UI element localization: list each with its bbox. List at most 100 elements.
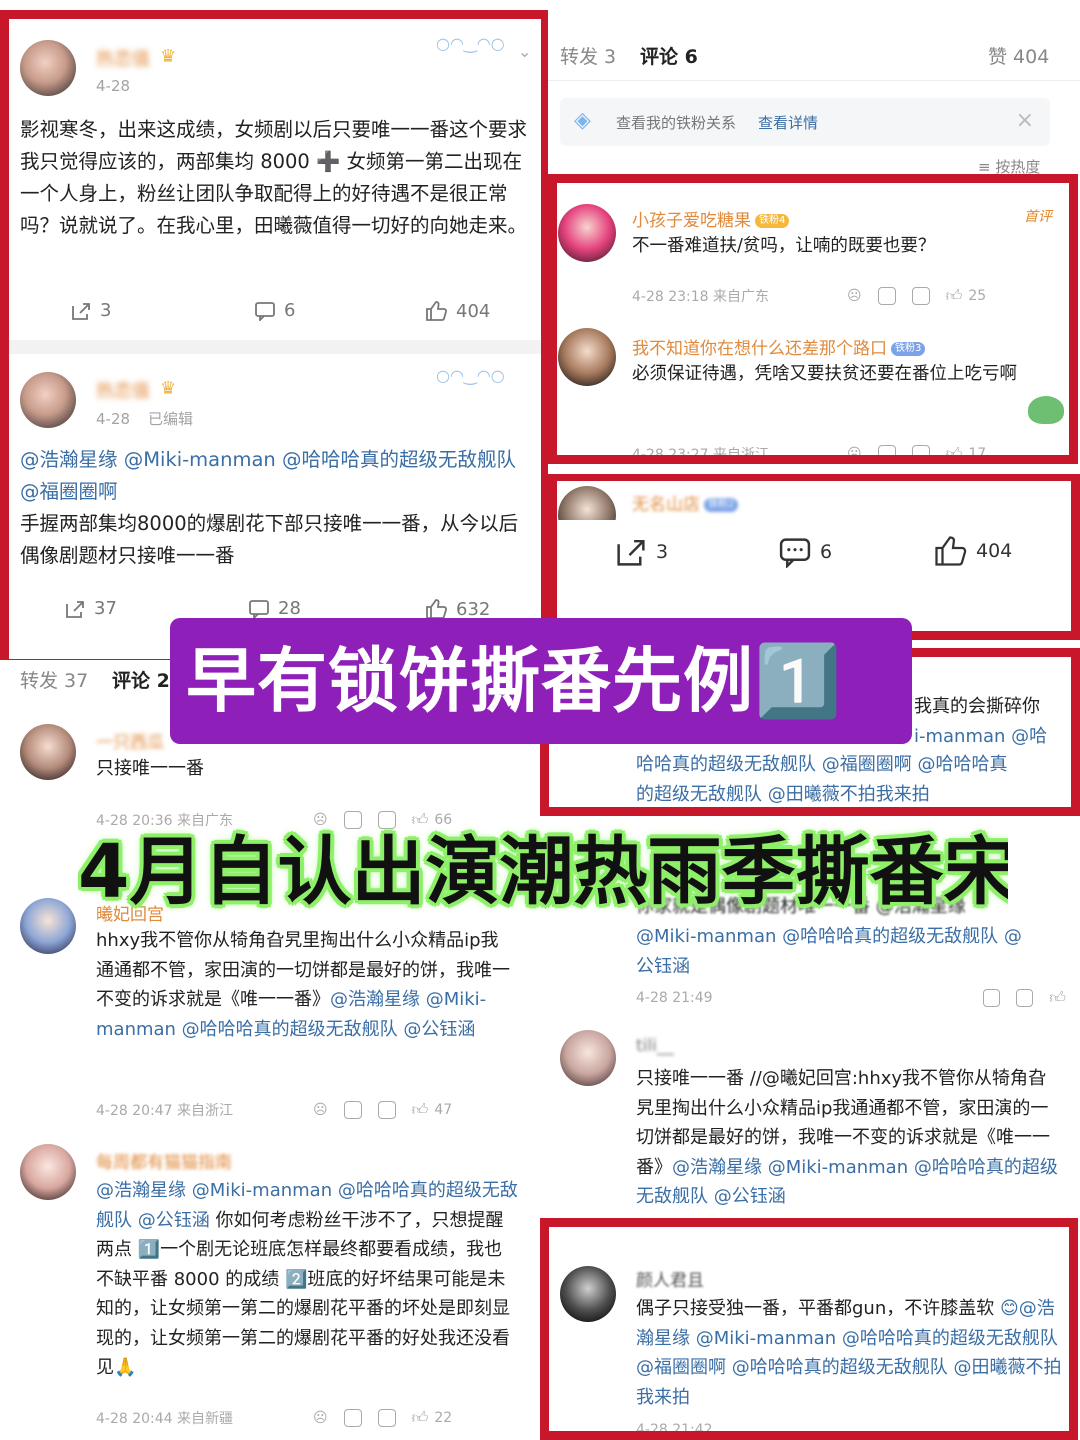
dislike-icon[interactable]: ☹ xyxy=(313,1410,328,1426)
commenter-name[interactable]: 小孩子爱吃糖果 铁粉4 xyxy=(632,206,790,231)
avatar[interactable] xyxy=(20,898,76,954)
notice-link[interactable]: 查看详情 xyxy=(758,112,818,133)
commenter-name[interactable]: 无名山店 铁粉2 xyxy=(632,490,739,515)
avatar[interactable] xyxy=(20,372,76,428)
dislike-icon[interactable]: ☹ xyxy=(847,446,862,462)
avatar[interactable] xyxy=(558,328,616,386)
comment-mentions[interactable]: @Miki-manman @哈哈哈真的超级无敌舰队 @ xyxy=(636,922,1022,952)
avatar[interactable] xyxy=(558,204,616,262)
comment-mentions[interactable]: i-manman @哈 xyxy=(914,722,1047,752)
tab-comment[interactable]: 评论 6 xyxy=(640,42,698,69)
share-icon[interactable] xyxy=(877,445,896,463)
comment-mentions[interactable]: 哈哈真的超级无敌舰队 @福圈圈啊 @哈哈哈真 xyxy=(636,750,1007,780)
commenter-name[interactable]: 一只西瓜 xyxy=(96,728,164,753)
thumb-up-icon xyxy=(426,301,447,321)
like-button[interactable]: 632 xyxy=(424,598,490,620)
comment-meta-row: 4-28 23:27 来自浙江 ☹ 👍︎ 17 xyxy=(632,444,987,464)
thumb-up-icon[interactable]: 👍︎ xyxy=(946,286,963,306)
right-lower-panel: 我真的会撕碎你 i-manman @哈 哈哈真的超级无敌舰队 @福圈圈啊 @哈哈… xyxy=(540,640,1080,1440)
like-button[interactable]: 404 xyxy=(424,300,490,322)
commenter-name[interactable]: 我不知道你在想什么还差那个路口 铁粉3 xyxy=(632,334,926,359)
post-text: 影视寒冬，出来这成绩，女频剧以后只要唯一一番这个要求我只觉得应该的，两部集均 8… xyxy=(20,118,528,237)
comment-icon[interactable] xyxy=(377,1101,396,1119)
divider xyxy=(0,340,548,354)
comment-meta-row: 4-28 23:18 来自广东 ☹ 👍︎ 25 xyxy=(632,286,987,306)
comment-icon xyxy=(255,301,275,321)
post-text: 手握两部集均8000的爆剧花下部只接唯一一番，从今以后偶像剧题材只接唯一一番 xyxy=(20,512,519,567)
headline-text: 早有锁饼撕番先例1️⃣ xyxy=(186,640,843,722)
repost-button[interactable]: 3 xyxy=(614,536,668,568)
comment-text: 只接唯一一番 xyxy=(96,758,204,779)
dislike-icon[interactable]: ☹ xyxy=(847,288,862,304)
comment-icon[interactable] xyxy=(911,287,930,305)
share-icon xyxy=(72,302,90,320)
tab-like[interactable]: 赞 404 xyxy=(988,42,1049,69)
comment-text: 只接唯一一番 //@曦妃回宫:hhxy我不管你从犄角旮旯里掏出什么小众精品ip我… xyxy=(636,1068,1058,1207)
right-top-panel: 转发 3 评论 6 赞 404 ◈ 查看我的铁粉关系 查看详情 × ≡ 按热度 … xyxy=(548,0,1080,640)
repost-button[interactable]: 37 xyxy=(64,598,117,619)
share-icon[interactable] xyxy=(982,989,1000,1007)
comment-mentions[interactable]: 的超级无敌舰队 @田曦薇不拍我来拍 xyxy=(636,780,930,810)
comment-icon[interactable] xyxy=(911,445,930,463)
post-date: 4-28 xyxy=(96,77,131,95)
close-icon[interactable]: × xyxy=(1016,108,1034,133)
comment-text: @浩瀚星缘 @Miki-manman @哈哈哈真的超级无敌舰队 @公钰涵 你如何… xyxy=(96,1180,518,1378)
tab-repost[interactable]: 转发 3 xyxy=(560,42,616,69)
first-comment-tag: 首评 xyxy=(1024,209,1052,225)
comment-text: 不一番难道扶/贫吗，让喃的既要也要？ xyxy=(632,236,936,256)
thumb-up-icon[interactable]: 👍︎ xyxy=(1049,988,1066,1008)
thumb-up-icon[interactable]: 👍︎ xyxy=(412,1408,429,1428)
author-name[interactable]: 热恋值 xyxy=(96,45,150,71)
comment-meta-row: 4-28 20:44 来自新疆 ☹ 👍︎ 22 xyxy=(96,1408,453,1428)
avatar[interactable] xyxy=(560,1266,616,1322)
share-icon xyxy=(66,600,84,618)
thumb-up-icon[interactable]: 👍︎ xyxy=(946,444,963,464)
subheadline-caption: 4月自认出演潮热雨季撕番宋 xyxy=(78,829,1008,915)
post-date: 4-28 已编辑 xyxy=(96,410,194,428)
comment-button[interactable]: 6 xyxy=(778,536,832,568)
thumb-up-icon xyxy=(935,536,967,566)
commenter-name[interactable]: tili__ xyxy=(636,1036,674,1056)
repost-button[interactable]: 3 xyxy=(70,300,111,321)
notice-text: 查看我的铁粉关系 xyxy=(616,114,737,132)
frog-sticker-icon xyxy=(1028,396,1064,424)
thumb-up-icon xyxy=(426,599,447,619)
comment-icon xyxy=(249,599,269,619)
like-button[interactable]: 404 xyxy=(932,534,1012,568)
thumb-up-icon[interactable]: 👍︎ xyxy=(412,1100,429,1120)
comment-text: 我真的会撕碎你 xyxy=(914,696,1040,717)
comment-meta-row: 4-28 21:49 👍︎ xyxy=(636,988,1066,1008)
comment-icon[interactable] xyxy=(377,1409,396,1427)
chevron-down-icon[interactable]: ⌄ xyxy=(518,42,531,61)
post-mentions[interactable]: @浩瀚星缘 @Miki-manman @哈哈哈真的超级无敌舰队 @福圈圈啊 xyxy=(20,444,530,508)
comment-button[interactable]: 28 xyxy=(248,598,301,619)
crown-icon: ♛ xyxy=(160,46,177,67)
avatar[interactable] xyxy=(20,40,76,96)
share-icon[interactable] xyxy=(343,1409,362,1427)
share-icon xyxy=(617,539,645,566)
comment-icon[interactable] xyxy=(1015,989,1034,1007)
commenter-name[interactable]: 颜人君且 xyxy=(636,1266,704,1291)
commenter-name[interactable]: 每周都有猫猫指南 xyxy=(96,1148,232,1173)
avatar[interactable] xyxy=(20,724,76,780)
avatar[interactable] xyxy=(20,1144,76,1200)
share-icon[interactable] xyxy=(343,1101,362,1119)
tab-divider xyxy=(548,80,1080,81)
comment-text: hhxy我不管你从犄角旮旯里掏出什么小众精品ip我通通都不管，家田演的一切饼都是… xyxy=(96,930,510,1040)
avatar[interactable] xyxy=(560,1030,616,1086)
left-top-panel: 热恋值 ♛ 4-28 ○◠‿◠○ ⌄ 影视寒冬，出来这成绩，女频剧以后只要唯一一… xyxy=(0,0,548,668)
comment-button[interactable]: 6 xyxy=(254,300,295,321)
diamond-icon: ◈ xyxy=(574,108,591,133)
tab-repost[interactable]: 转发 37 xyxy=(20,666,88,693)
share-icon[interactable] xyxy=(877,287,896,305)
fan-notice-bar[interactable]: ◈ 查看我的铁粉关系 查看详情 × xyxy=(560,98,1050,146)
comment-meta-row: 4-28 21:42 xyxy=(636,1422,713,1438)
sort-toggle[interactable]: ≡ 按热度 xyxy=(978,156,1040,177)
author-name[interactable]: 热恋值 xyxy=(96,377,150,403)
comment-mentions[interactable]: 公钰涵 xyxy=(636,952,690,982)
comment-icon xyxy=(779,538,811,568)
left-lower-panel: 转发 37 评论 28 一只西瓜 只接唯一一番 4-28 20:36 来自广东 … xyxy=(0,660,540,1440)
cloud-cat-icon: ○◠‿◠○ xyxy=(436,34,505,53)
cloud-cat-icon: ○◠‿◠○ xyxy=(436,366,505,385)
dislike-icon[interactable]: ☹ xyxy=(313,1102,328,1118)
